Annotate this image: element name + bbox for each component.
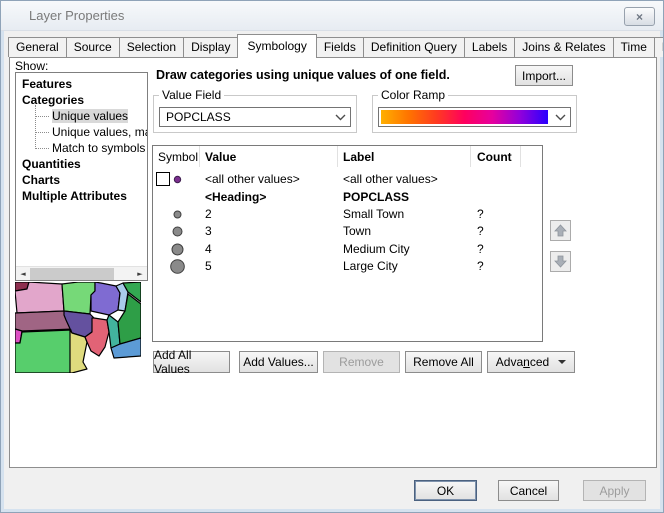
show-label: Show: bbox=[15, 59, 48, 73]
cell-value: 3 bbox=[205, 224, 212, 238]
cell-label: Large City bbox=[343, 259, 398, 273]
chevron-down-icon bbox=[335, 114, 346, 121]
apply-button[interactable]: Apply bbox=[583, 480, 646, 501]
window-title: Layer Properties bbox=[29, 8, 124, 23]
tab-time[interactable]: Time bbox=[613, 37, 655, 57]
tab-labels[interactable]: Labels bbox=[464, 37, 515, 57]
tab-html-popup[interactable]: HTML Popup bbox=[654, 37, 664, 57]
cell-count: ? bbox=[477, 242, 484, 256]
cell-count: ? bbox=[477, 207, 484, 221]
tab-strip: General Source Selection Display Symbolo… bbox=[8, 37, 664, 58]
tab-display[interactable]: Display bbox=[183, 37, 238, 57]
column-separator bbox=[520, 146, 521, 167]
scroll-right-icon[interactable]: ► bbox=[133, 270, 147, 278]
categories-children: Unique values Unique values, many Match … bbox=[16, 108, 147, 156]
value-field-dropdown[interactable]: POPCLASS bbox=[159, 107, 351, 127]
advanced-label: Advanced bbox=[496, 355, 549, 369]
cell-label: POPCLASS bbox=[343, 190, 409, 204]
move-down-button[interactable] bbox=[550, 251, 571, 272]
tab-joins-relates[interactable]: Joins & Relates bbox=[514, 37, 613, 57]
table-row-heading[interactable]: <Heading> POPCLASS bbox=[153, 189, 542, 206]
import-button[interactable]: Import... bbox=[515, 65, 573, 86]
point-symbol-icon[interactable] bbox=[169, 206, 186, 223]
title-bar: Layer Properties × bbox=[1, 1, 663, 31]
point-symbol-icon[interactable] bbox=[169, 258, 186, 275]
column-header-symbol: Symbol bbox=[158, 150, 198, 164]
renderer-listbox: Features Categories Unique values Unique… bbox=[15, 72, 148, 281]
state-in bbox=[107, 315, 120, 348]
close-button[interactable]: × bbox=[624, 7, 655, 26]
show-item-match-symbols[interactable]: Match to symbols in a bbox=[16, 140, 147, 156]
close-icon: × bbox=[636, 11, 643, 23]
state-mn bbox=[62, 282, 95, 314]
all-other-values-symbol-icon[interactable] bbox=[169, 171, 186, 188]
cell-count: ? bbox=[477, 259, 484, 273]
point-symbol-icon[interactable] bbox=[169, 223, 186, 240]
menu-arrow-icon bbox=[558, 360, 566, 364]
column-header-count: Count bbox=[477, 150, 512, 164]
state-wi bbox=[91, 282, 120, 315]
value-field-label: Value Field bbox=[159, 88, 224, 102]
show-item-charts[interactable]: Charts bbox=[16, 172, 147, 188]
column-separator bbox=[199, 146, 200, 167]
cell-label: <all other values> bbox=[343, 172, 438, 186]
cancel-button[interactable]: Cancel bbox=[498, 480, 559, 501]
cell-count: ? bbox=[477, 224, 484, 238]
column-header-label: Label bbox=[343, 150, 374, 164]
chevron-down-icon bbox=[555, 114, 566, 121]
show-item-unique-values-many[interactable]: Unique values, many bbox=[16, 124, 147, 140]
column-separator bbox=[470, 146, 471, 167]
cell-value: <Heading> bbox=[205, 190, 266, 204]
advanced-button[interactable]: Advanced bbox=[487, 351, 575, 373]
arrow-down-icon bbox=[554, 255, 567, 268]
table-row-medium-city[interactable]: 4 Medium City ? bbox=[153, 241, 542, 258]
tab-definition-query[interactable]: Definition Query bbox=[363, 37, 465, 57]
cell-value: 5 bbox=[205, 259, 212, 273]
column-header-value: Value bbox=[205, 150, 236, 164]
tab-source[interactable]: Source bbox=[66, 37, 120, 57]
tab-symbology[interactable]: Symbology bbox=[237, 34, 316, 58]
table-row-town[interactable]: 3 Town ? bbox=[153, 223, 542, 240]
renderer-description: Draw categories using unique values of o… bbox=[156, 68, 450, 82]
cell-value: 4 bbox=[205, 242, 212, 256]
column-separator bbox=[337, 146, 338, 167]
show-item-multiple-attributes[interactable]: Multiple Attributes bbox=[16, 188, 147, 204]
tab-selection[interactable]: Selection bbox=[119, 37, 184, 57]
map-preview-thumbnail bbox=[15, 282, 141, 373]
tab-general[interactable]: General bbox=[8, 37, 67, 57]
table-row-all-other-values[interactable]: <all other values> <all other values> bbox=[153, 171, 542, 188]
state-mo bbox=[70, 330, 87, 373]
table-row-large-city[interactable]: 5 Large City ? bbox=[153, 258, 542, 275]
layer-properties-dialog: Layer Properties × General Source Select… bbox=[0, 0, 664, 513]
color-ramp-dropdown[interactable] bbox=[378, 107, 571, 127]
color-ramp-swatch bbox=[381, 110, 548, 124]
show-item-quantities[interactable]: Quantities bbox=[16, 156, 147, 172]
cell-label: Medium City bbox=[343, 242, 410, 256]
unique-values-table: Symbol Value Label Count <all other valu… bbox=[152, 145, 543, 342]
point-symbol-icon[interactable] bbox=[169, 241, 186, 258]
all-other-values-checkbox[interactable] bbox=[156, 172, 170, 186]
ok-button[interactable]: OK bbox=[414, 480, 477, 501]
listbox-horizontal-scrollbar[interactable]: ◄ ► bbox=[16, 266, 147, 280]
show-item-features[interactable]: Features bbox=[16, 76, 147, 92]
scroll-left-icon[interactable]: ◄ bbox=[16, 270, 30, 278]
arrow-up-icon bbox=[554, 224, 567, 237]
remove-button[interactable]: Remove bbox=[323, 351, 400, 373]
cell-label: Town bbox=[343, 224, 371, 238]
move-up-button[interactable] bbox=[550, 220, 571, 241]
show-item-unique-values[interactable]: Unique values bbox=[16, 108, 147, 124]
tab-fields[interactable]: Fields bbox=[316, 37, 364, 57]
table-row-small-town[interactable]: 2 Small Town ? bbox=[153, 206, 542, 223]
cell-value: <all other values> bbox=[205, 172, 300, 186]
add-values-button[interactable]: Add Values... bbox=[239, 351, 318, 373]
color-ramp-label: Color Ramp bbox=[378, 88, 448, 102]
cell-label: Small Town bbox=[343, 207, 404, 221]
remove-all-button[interactable]: Remove All bbox=[405, 351, 482, 373]
value-field-selected: POPCLASS bbox=[166, 110, 231, 124]
cell-value: 2 bbox=[205, 207, 212, 221]
scrollbar-thumb[interactable] bbox=[30, 268, 114, 280]
add-all-values-button[interactable]: Add All Values bbox=[153, 351, 230, 373]
state-ks bbox=[15, 330, 71, 373]
